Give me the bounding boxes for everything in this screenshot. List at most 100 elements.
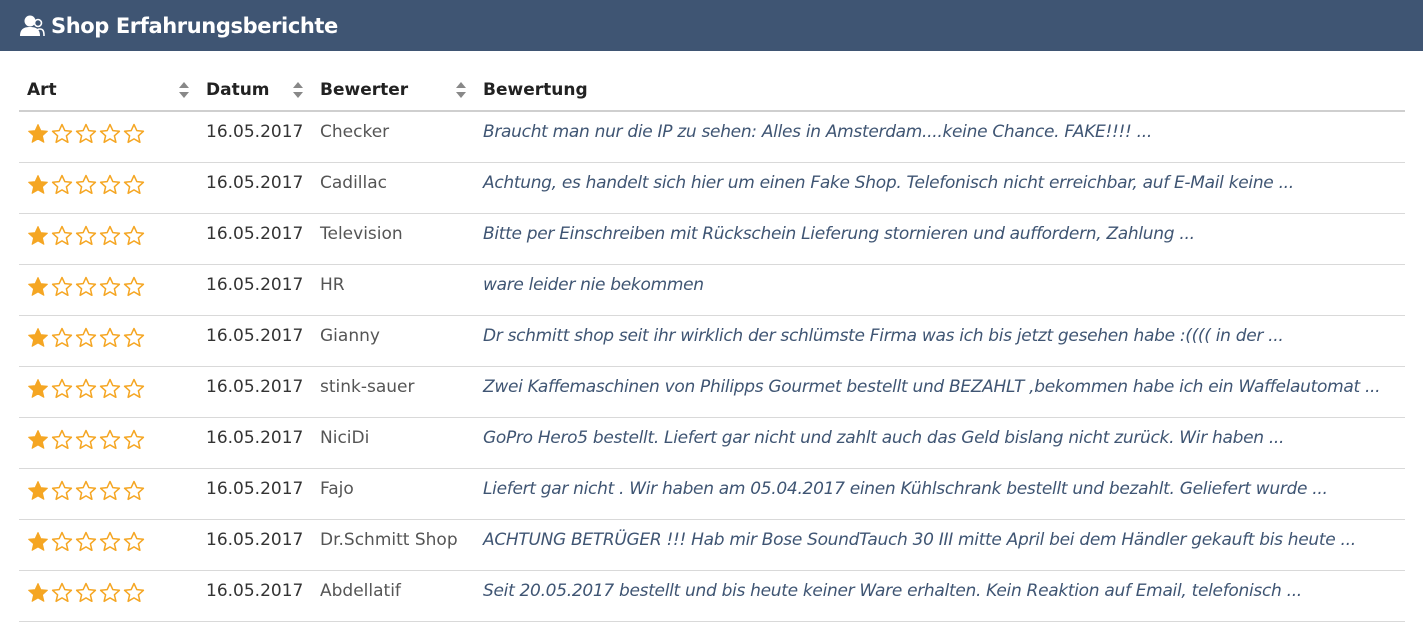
sort-icon[interactable] bbox=[178, 80, 190, 100]
sort-icon[interactable] bbox=[455, 80, 467, 100]
star-filled-icon bbox=[28, 480, 48, 500]
star-rating bbox=[27, 378, 145, 399]
table-row[interactable]: 16.05.2017 Checker Braucht man nur die IP … bbox=[19, 111, 1405, 163]
review-text-cell[interactable]: Bitte per Einschreiben mit Rückschein Li… bbox=[475, 213, 1405, 265]
star-filled-icon bbox=[28, 531, 48, 551]
reviews-table: Art Datum Bewerter Bewertung 16.05.2017 … bbox=[19, 70, 1405, 622]
review-text-cell[interactable]: Seit 20.05.2017 bestellt und bis heute k… bbox=[475, 570, 1405, 622]
column-header-label: Art bbox=[27, 80, 57, 100]
reviewer-cell: NiciDi bbox=[312, 417, 475, 469]
column-header-bewertung: Bewertung bbox=[475, 70, 1405, 112]
star-rating bbox=[27, 123, 145, 144]
column-header-label: Bewertung bbox=[483, 80, 588, 100]
sort-icon[interactable] bbox=[292, 80, 304, 100]
panel-header: Shop Erfahrungsberichte bbox=[0, 0, 1423, 51]
table-header-row: Art Datum Bewerter Bewertung bbox=[19, 70, 1405, 112]
table-row[interactable]: 16.05.2017 Gianny Dr schmitt shop seit ihr… bbox=[19, 315, 1405, 367]
reviewer-cell: Cadillac bbox=[312, 162, 475, 214]
review-text-cell[interactable]: GoPro Hero5 bestellt. Liefert gar nicht … bbox=[475, 417, 1405, 469]
star-empty-icon bbox=[51, 480, 73, 500]
review-text-cell[interactable]: Braucht man nur die IP zu sehen: Alles i… bbox=[475, 111, 1405, 163]
star-filled-icon bbox=[28, 582, 48, 602]
users-icon bbox=[20, 15, 45, 36]
star-empty-icon bbox=[75, 174, 97, 194]
star-rating bbox=[27, 480, 145, 501]
star-empty-icon bbox=[75, 276, 97, 296]
reviewer-cell: stink-sauer bbox=[312, 366, 475, 418]
star-empty-icon bbox=[99, 378, 121, 398]
star-filled-icon bbox=[28, 378, 48, 398]
star-rating bbox=[27, 531, 145, 552]
table-row[interactable]: 16.05.2017 HR ware leider nie bekommen bbox=[19, 264, 1405, 316]
table-row[interactable]: 16.05.2017 NiciDi GoPro Hero5 bestellt. Li… bbox=[19, 417, 1405, 469]
reviewer-cell: Fajo bbox=[312, 468, 475, 520]
star-empty-icon bbox=[51, 123, 73, 144]
star-filled-icon bbox=[28, 327, 48, 347]
review-text-cell[interactable]: ACHTUNG BETRÜGER !!! Hab mir Bose SoundT… bbox=[475, 519, 1405, 571]
star-filled-icon bbox=[28, 124, 48, 143]
table-row[interactable]: 16.05.2017 Fajo Liefert gar nicht . Wir ha… bbox=[19, 468, 1405, 520]
star-empty-icon bbox=[99, 480, 121, 500]
star-empty-icon bbox=[123, 480, 145, 500]
star-rating bbox=[27, 276, 145, 297]
reviewer-cell: HR bbox=[312, 264, 475, 316]
star-empty-icon bbox=[123, 123, 145, 144]
rating-cell bbox=[19, 468, 198, 520]
star-rating bbox=[27, 582, 145, 603]
star-empty-icon bbox=[51, 174, 73, 194]
reviewer-cell: Abdellatif bbox=[312, 570, 475, 622]
rating-cell bbox=[19, 417, 198, 469]
star-empty-icon bbox=[75, 378, 97, 398]
column-header-bewerter[interactable]: Bewerter bbox=[312, 70, 475, 112]
column-header-datum[interactable]: Datum bbox=[198, 70, 312, 112]
star-empty-icon bbox=[75, 582, 97, 602]
star-empty-icon bbox=[75, 123, 97, 144]
star-empty-icon bbox=[123, 276, 145, 296]
reviewer-cell: Checker bbox=[312, 111, 475, 163]
date-cell: 16.05.2017 bbox=[198, 519, 312, 571]
rating-cell bbox=[19, 264, 198, 316]
table-row[interactable]: 16.05.2017 Cadillac Achtung, es handelt si… bbox=[19, 162, 1405, 214]
column-header-art[interactable]: Art bbox=[19, 70, 198, 112]
table-row[interactable]: 16.05.2017 Television Bitte per Einschreib… bbox=[19, 213, 1405, 265]
rating-cell bbox=[19, 570, 198, 622]
star-filled-icon bbox=[28, 174, 48, 194]
star-rating bbox=[27, 327, 145, 348]
table-row[interactable]: 16.05.2017 Abdellatif Seit 20.05.2017 best… bbox=[19, 570, 1405, 622]
star-empty-icon bbox=[99, 327, 121, 347]
star-empty-icon bbox=[123, 582, 145, 602]
star-filled-icon bbox=[28, 225, 48, 245]
rating-cell bbox=[19, 111, 198, 163]
reviewer-cell: Gianny bbox=[312, 315, 475, 367]
reviewer-cell: Television bbox=[312, 213, 475, 265]
date-cell: 16.05.2017 bbox=[198, 417, 312, 469]
rating-cell bbox=[19, 162, 198, 214]
star-empty-icon bbox=[123, 531, 145, 551]
review-text-cell[interactable]: ware leider nie bekommen bbox=[475, 264, 1405, 316]
star-rating bbox=[27, 174, 145, 195]
review-text-cell[interactable]: Zwei Kaffemaschinen von Philipps Gourmet… bbox=[475, 366, 1405, 418]
star-rating bbox=[27, 225, 145, 246]
star-empty-icon bbox=[51, 531, 73, 551]
date-cell: 16.05.2017 bbox=[198, 111, 312, 163]
star-empty-icon bbox=[51, 276, 73, 296]
table-row[interactable]: 16.05.2017 stink-sauer Zwei Kaffemaschinen… bbox=[19, 366, 1405, 418]
review-text-cell[interactable]: Liefert gar nicht . Wir haben am 05.04.2… bbox=[475, 468, 1405, 520]
star-empty-icon bbox=[51, 225, 73, 245]
star-empty-icon bbox=[123, 327, 145, 347]
star-empty-icon bbox=[75, 429, 97, 449]
rating-cell bbox=[19, 213, 198, 265]
table-row[interactable]: 16.05.2017 Dr.Schmitt Shop ACHTUNG BETRÜGE… bbox=[19, 519, 1405, 571]
date-cell: 16.05.2017 bbox=[198, 570, 312, 622]
star-empty-icon bbox=[123, 429, 145, 449]
date-cell: 16.05.2017 bbox=[198, 366, 312, 418]
review-text-cell[interactable]: Dr schmitt shop seit ihr wirklich der sc… bbox=[475, 315, 1405, 367]
star-rating bbox=[27, 429, 145, 450]
star-filled-icon bbox=[28, 429, 48, 449]
table-body: 16.05.2017 Checker Braucht man nur die IP … bbox=[19, 111, 1405, 622]
star-empty-icon bbox=[75, 327, 97, 347]
rating-cell bbox=[19, 315, 198, 367]
review-text-cell[interactable]: Achtung, es handelt sich hier um einen F… bbox=[475, 162, 1405, 214]
date-cell: 16.05.2017 bbox=[198, 162, 312, 214]
reviewer-cell: Dr.Schmitt Shop bbox=[312, 519, 475, 571]
